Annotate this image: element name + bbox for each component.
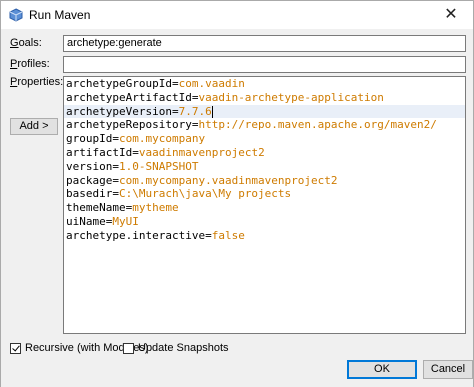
window-title: Run Maven (29, 8, 91, 22)
property-key: themeName= (66, 201, 133, 215)
property-key: archetypeArtifactId= (66, 90, 199, 104)
property-line: package=com.mycompany.vaadinmavenproject… (64, 174, 465, 188)
property-value: false (211, 228, 245, 242)
property-line: artifactId=vaadinmavenproject2 (64, 146, 465, 160)
text-caret (211, 105, 213, 118)
update-snapshots-checkbox[interactable]: Update Snapshots (123, 342, 229, 354)
property-key: archetypeVersion= (66, 104, 179, 118)
goals-label: Goals: (10, 37, 42, 49)
property-key: groupId= (66, 132, 119, 146)
property-value: mytheme (132, 201, 179, 215)
goals-field[interactable]: archetype:generate (63, 35, 466, 52)
property-key: package= (66, 173, 119, 187)
run-maven-dialog: Run Maven ✕ Goals: archetype:generate Pr… (0, 0, 474, 387)
property-line: archetype.interactive=false (64, 229, 465, 243)
property-line: themeName=mytheme (64, 201, 465, 215)
property-value: http://repo.maven.apache.org/maven2/ (198, 118, 437, 132)
update-snapshots-label: Update Snapshots (138, 342, 229, 354)
update-snapshots-check-box[interactable] (123, 342, 134, 354)
property-line: archetypeArtifactId=vaadin-archetype-app… (64, 91, 465, 105)
title-bar: Run Maven ✕ (1, 1, 473, 29)
property-key: basedir= (66, 187, 119, 201)
property-line: basedir=C:\Murach\java\My projects (64, 187, 465, 201)
property-key: archetypeGroupId= (66, 77, 179, 90)
property-key: version= (66, 159, 119, 173)
properties-textarea[interactable]: archetypeGroupId=com.vaadin archetypeArti… (63, 76, 466, 334)
property-value: com.mycompany (118, 132, 206, 146)
cancel-button[interactable]: Cancel (423, 360, 473, 379)
property-value: vaadin-archetype-application (198, 90, 384, 104)
property-line: uiName=MyUI (64, 215, 465, 229)
property-key: artifactId= (66, 145, 139, 159)
close-icon[interactable]: ✕ (429, 1, 473, 29)
property-line: version=1.0-SNAPSHOT (64, 160, 465, 174)
property-value: 7.7.6 (178, 104, 212, 118)
property-line: archetypeGroupId=com.vaadin (64, 77, 465, 91)
profiles-label: Profiles: (10, 58, 50, 70)
app-icon (9, 8, 23, 22)
property-line: groupId=com.mycompany (64, 132, 465, 146)
property-value: 1.0-SNAPSHOT (118, 159, 199, 173)
property-key: archetypeRepository= (66, 118, 199, 132)
add-property-button[interactable]: Add > (10, 118, 58, 135)
recursive-check-box[interactable] (10, 342, 21, 354)
property-line: archetypeVersion=7.7.6 (64, 104, 465, 119)
properties-label: Properties: (10, 76, 64, 88)
property-value: com.mycompany.vaadinmavenproject2 (118, 173, 338, 187)
ok-button[interactable]: OK (347, 360, 417, 379)
property-value: vaadinmavenproject2 (138, 145, 265, 159)
property-line: archetypeRepository=http://repo.maven.ap… (64, 118, 465, 132)
property-key: archetype.interactive= (66, 228, 212, 242)
profiles-field[interactable] (63, 56, 466, 73)
property-value: C:\Murach\java\My projects (118, 187, 292, 201)
property-value: MyUI (112, 214, 139, 228)
property-key: uiName= (66, 214, 113, 228)
property-value: com.vaadin (178, 77, 245, 90)
